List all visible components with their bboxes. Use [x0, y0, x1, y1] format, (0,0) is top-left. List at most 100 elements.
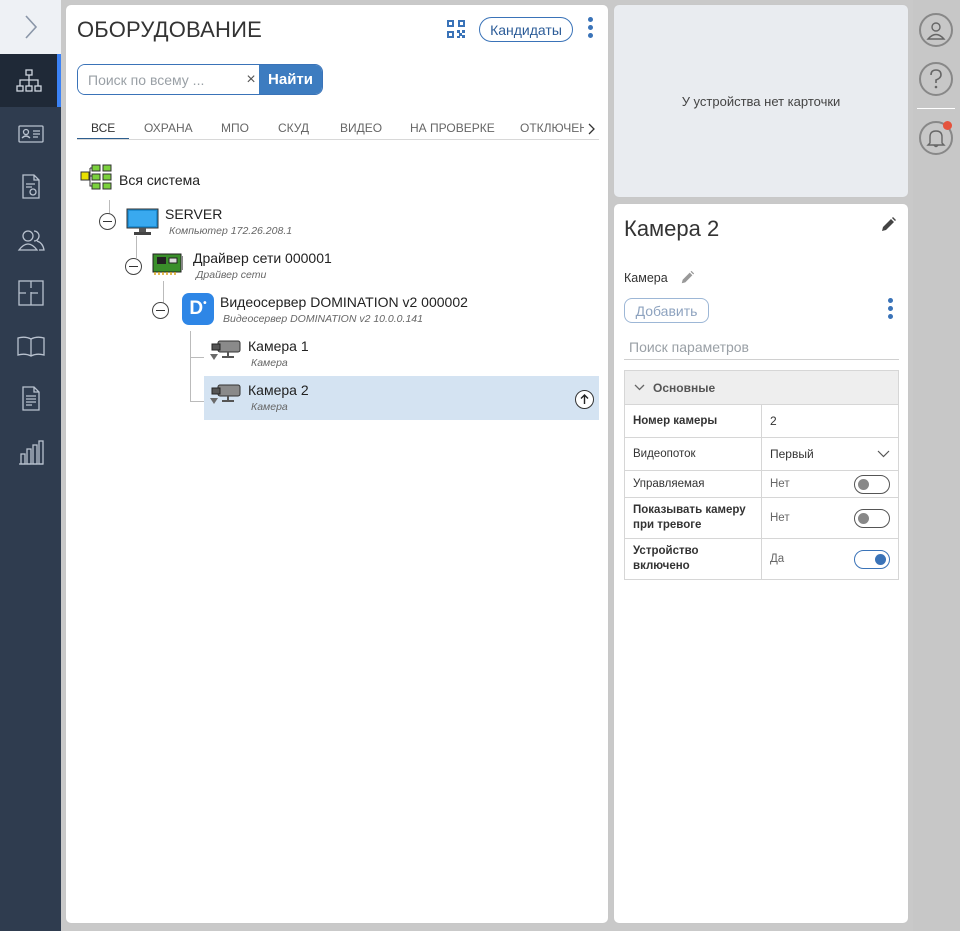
tab-all[interactable]: ВСЕ	[91, 121, 115, 135]
tab-video[interactable]: ВИДЕО	[340, 121, 382, 135]
tree-node-driver-sub: Драйвер сети	[196, 269, 267, 281]
tree-connector	[109, 200, 110, 214]
tree-node-camera1[interactable]: Камера 1	[248, 338, 309, 354]
collapse-driver-button[interactable]	[125, 258, 142, 275]
property-value: Нет	[762, 498, 898, 538]
chevron-down-icon	[634, 384, 645, 391]
videoserver-icon: D •	[182, 293, 214, 325]
pencil-icon	[882, 217, 896, 231]
tree-node-camera2[interactable]: Камера 2	[248, 382, 309, 398]
tree-node-server[interactable]: SERVER	[165, 206, 222, 222]
search-button[interactable]: Найти	[259, 65, 322, 94]
bar-chart-icon	[18, 439, 44, 465]
parameter-search-input[interactable]	[624, 335, 899, 360]
tree-node-system[interactable]: Вся система	[119, 172, 200, 188]
more-menu-button[interactable]	[587, 17, 593, 38]
device-type: Камера	[624, 271, 668, 285]
device-title: Камера 2	[624, 216, 720, 241]
add-button[interactable]: Добавить	[624, 298, 709, 323]
tree-connector	[190, 357, 204, 358]
tab-security[interactable]: ОХРАНА	[144, 121, 193, 135]
expand-nav-button[interactable]	[0, 0, 61, 54]
group-title: Основные	[653, 380, 716, 395]
report-icon	[21, 385, 40, 411]
notifications-button[interactable]	[919, 121, 953, 155]
tree-connector	[163, 281, 164, 303]
candidates-button[interactable]: Кандидаты	[479, 17, 573, 42]
help-button[interactable]	[919, 62, 953, 96]
camera-number-value[interactable]: 2	[762, 405, 898, 437]
tree-node-server-sub: Компьютер 172.26.208.1	[169, 225, 293, 237]
property-row: Управляемая Нет	[625, 471, 898, 498]
camera-icon	[210, 340, 241, 360]
chevron-down-icon	[877, 450, 890, 458]
property-key: Показывать камеру при тревоге	[625, 498, 762, 538]
right-rail	[913, 0, 960, 931]
computer-icon	[126, 208, 159, 235]
structure-icon	[15, 68, 42, 92]
nav-passes[interactable]	[0, 107, 61, 160]
no-card-message: У устройства нет карточки	[681, 93, 841, 109]
property-key: Управляемая	[625, 471, 762, 497]
user-icon	[926, 22, 946, 40]
system-tree-icon	[80, 164, 112, 190]
qr-code-button[interactable]	[446, 19, 466, 39]
tree-node-driver[interactable]: Драйвер сети 000001	[193, 250, 332, 266]
videostream-select[interactable]: Первый	[762, 438, 898, 470]
property-key: Номер камеры	[625, 405, 762, 437]
collapse-videoserver-button[interactable]	[152, 302, 169, 319]
nav-equipment[interactable]	[0, 54, 61, 107]
user-profile-button[interactable]	[919, 13, 953, 47]
qr-code-icon	[447, 20, 465, 38]
book-icon	[16, 336, 45, 357]
notification-badge	[943, 121, 952, 130]
nav-floorplan[interactable]	[0, 266, 61, 319]
tabs-scroll-right-button[interactable]	[584, 118, 599, 139]
nav-personnel[interactable]	[0, 213, 61, 266]
show-on-alarm-toggle[interactable]	[854, 508, 890, 528]
clear-search-icon[interactable]: ×	[243, 65, 259, 94]
arrow-up-icon	[580, 394, 589, 404]
category-tabs: ВСЕ ОХРАНА МПО СКУД ВИДЕО НА ПРОВЕРКЕ ОТ…	[77, 118, 599, 140]
search-box: × Найти	[77, 64, 323, 95]
document-badge-icon	[21, 173, 40, 199]
nav-documents[interactable]	[0, 160, 61, 213]
edit-title-button[interactable]	[880, 216, 897, 236]
id-card-icon	[17, 124, 44, 143]
show-on-alarm-value: Нет	[770, 512, 790, 524]
nav-journal[interactable]	[0, 319, 61, 372]
properties-table: Основные Номер камеры 2 Видеопоток Первы…	[624, 370, 899, 580]
tab-review[interactable]: НА ПРОВЕРКЕ	[410, 121, 495, 135]
collapse-server-button[interactable]	[99, 213, 116, 230]
tree-node-videoserver[interactable]: Видеосервер DOMINATION v2 000002	[220, 294, 468, 310]
property-row: Показывать камеру при тревоге Нет	[625, 498, 898, 539]
property-key: Видеопоток	[625, 438, 762, 470]
device-enabled-value: Да	[770, 553, 785, 565]
tree-node-videoserver-sub: Видеосервер DOMINATION v2 10.0.0.141	[223, 313, 423, 325]
property-row: Видеопоток Первый	[625, 438, 898, 471]
edit-type-button[interactable]	[680, 270, 695, 288]
bell-icon	[926, 130, 946, 148]
chevron-right-icon	[588, 123, 595, 135]
properties-group-header[interactable]: Основные	[625, 371, 898, 405]
tab-fire[interactable]: МПО	[221, 121, 249, 135]
controlled-toggle[interactable]	[854, 474, 890, 494]
go-up-button[interactable]	[575, 390, 594, 409]
tree-connector	[190, 401, 204, 402]
tree-node-camera1-sub: Камера	[251, 357, 288, 369]
help-icon	[930, 69, 942, 89]
device-enabled-toggle[interactable]	[854, 549, 890, 569]
active-tab-indicator	[77, 138, 129, 139]
details-more-button[interactable]	[887, 298, 893, 319]
floorplan-icon	[17, 279, 44, 306]
nav-statistics[interactable]	[0, 425, 61, 478]
tree-node-camera2-sub: Камера	[251, 401, 288, 413]
nav-reports[interactable]	[0, 372, 61, 425]
rail-divider	[917, 108, 955, 109]
property-key: Устройство включено	[625, 539, 762, 579]
tab-disabled[interactable]: ОТКЛЮЧЕН	[520, 121, 588, 135]
tab-access[interactable]: СКУД	[278, 121, 309, 135]
tree-connector	[136, 236, 137, 258]
search-input[interactable]	[78, 65, 243, 94]
camera-icon	[210, 384, 241, 404]
